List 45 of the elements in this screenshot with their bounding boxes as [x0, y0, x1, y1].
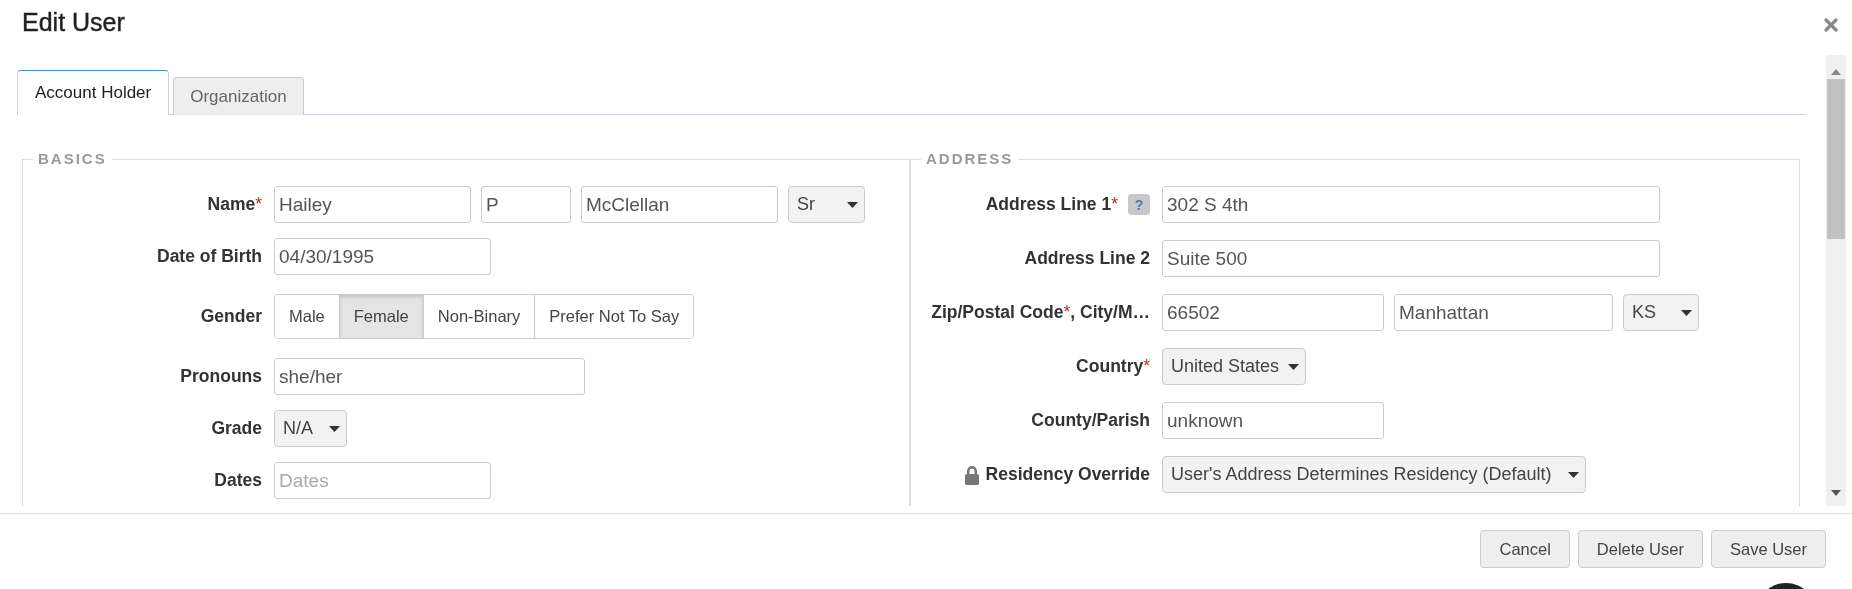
scroll-up-icon[interactable]	[1831, 69, 1841, 75]
field-label: County/Parish	[1031, 410, 1150, 431]
field-label: Date of Birth	[157, 246, 262, 267]
caret-icon	[1681, 309, 1692, 316]
input-field[interactable]: Hailey	[274, 186, 471, 223]
field-label: Pronouns	[180, 366, 262, 387]
dropdown[interactable]: KS	[1623, 294, 1699, 331]
input-field[interactable]: Dates	[274, 462, 491, 499]
dropdown[interactable]: United States	[1162, 348, 1306, 385]
input-field[interactable]: P	[481, 186, 571, 223]
caret-icon	[329, 425, 340, 432]
field-label: Address Line 2	[1024, 248, 1150, 269]
input-field[interactable]: unknown	[1162, 402, 1384, 439]
close-icon[interactable]	[1824, 18, 1838, 32]
tab[interactable]: Organization	[173, 77, 304, 115]
dropdown[interactable]: User's Address Determines Residency (Default)	[1162, 456, 1586, 493]
field-label: Gender	[200, 306, 262, 327]
dropdown[interactable]: N/A	[274, 410, 347, 447]
toggle-option[interactable]: Female	[338, 295, 423, 338]
field-label: Dates	[214, 470, 262, 491]
dropdown[interactable]: Sr	[788, 186, 865, 223]
caret-icon	[847, 201, 858, 208]
input-field[interactable]: 04/30/1995	[274, 238, 491, 275]
field-label: Name*	[207, 194, 262, 215]
dialog-title: Edit User	[22, 7, 125, 38]
input-field[interactable]: 302 S 4th	[1162, 186, 1660, 223]
input-field[interactable]: she/her	[274, 358, 585, 395]
tab[interactable]: Account Holder	[17, 70, 170, 115]
input-field[interactable]: Manhattan	[1394, 294, 1613, 331]
input-field[interactable]: 66502	[1162, 294, 1384, 331]
field-label: Zip/Postal Code*, City/M…	[931, 302, 1150, 323]
toggle-option[interactable]: Prefer Not To Say	[534, 295, 694, 338]
input-field[interactable]: Suite 500	[1162, 240, 1660, 277]
scrollbar[interactable]	[1826, 55, 1846, 506]
field-label: Residency Override	[985, 464, 1150, 485]
field-label: Address Line 1*	[985, 194, 1118, 215]
input-field[interactable]: McClellan	[581, 186, 778, 223]
caret-icon	[1568, 471, 1579, 478]
field-label: Country*	[1076, 356, 1150, 377]
footer-button[interactable]: Cancel	[1480, 530, 1570, 568]
footer-button[interactable]: Save User	[1710, 530, 1826, 568]
scroll-down-icon[interactable]	[1831, 490, 1841, 496]
caret-icon	[1288, 363, 1299, 370]
field-label: Grade	[211, 418, 262, 439]
footer-button[interactable]: Delete User	[1577, 530, 1703, 568]
